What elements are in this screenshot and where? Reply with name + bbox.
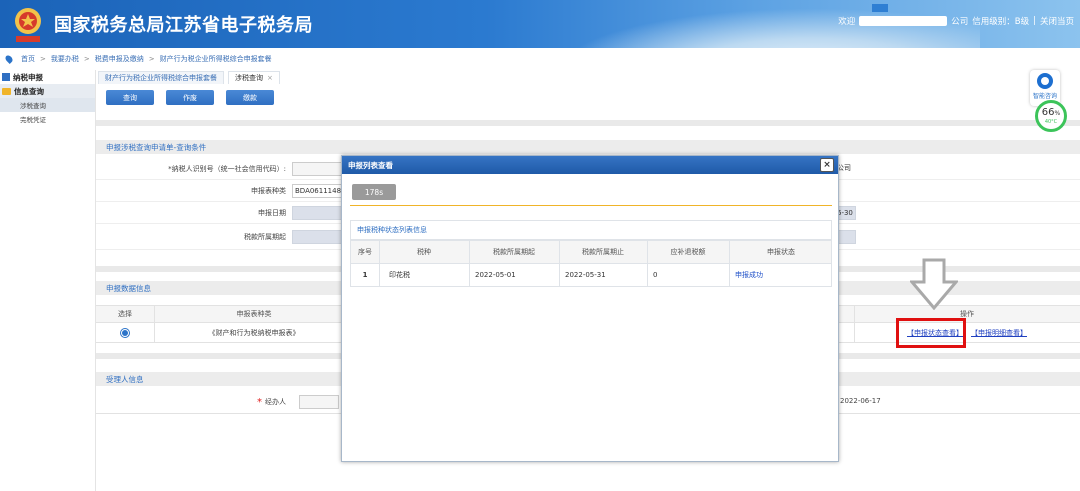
tab-package[interactable]: 财产行为税企业所得税综合申报套餐 — [98, 71, 224, 84]
modal-table-title: 申报税种状态列表信息 — [350, 220, 832, 240]
tab-tax-query[interactable]: 涉税查询 × — [228, 71, 280, 84]
sidebar: 纳税申报 信息查询 涉税查询 完税凭证 — [0, 70, 96, 491]
tab-bar: 财产行为税企业所得税综合申报套餐 涉税查询 × — [98, 71, 280, 85]
sidebar-item-tax-declaration[interactable]: 纳税申报 — [0, 70, 95, 84]
breadcrumb-package[interactable]: 财产行为税企业所得税综合申报套餐 — [160, 54, 272, 64]
row-form-name: 《财产和行为税纳税申报表》 — [208, 328, 300, 337]
handler-field[interactable] — [299, 395, 339, 409]
header-user-info: 欢迎 公司 信用级别：B级 | 关闭当页 — [838, 15, 1074, 27]
modal-table-header: 序号 税种 税款所属期起 税款所属期止 应补退税额 申报状态 — [351, 240, 831, 263]
row-radio-cell[interactable] — [96, 323, 154, 342]
declaration-list-modal: 申报列表查看 × 178s 申报税种状态列表信息 序号 税种 税款所属期起 税款… — [341, 155, 839, 462]
company-fragment: 公司 — [837, 164, 851, 172]
mcol-no: 序号 — [358, 248, 372, 256]
service-label: 智能咨询 — [1032, 93, 1057, 100]
modal-title-bar: 申报列表查看 × — [342, 156, 838, 174]
col-form-type: 申报表种类 — [236, 310, 272, 318]
redacted-company-name — [859, 16, 948, 26]
void-button[interactable]: 作废 — [166, 90, 214, 105]
form-type-label: 申报表种类 — [251, 187, 286, 195]
location-pin-icon — [4, 54, 14, 64]
mcol-start: 税款所属期起 — [493, 248, 535, 256]
handler-date: 2022-06-17 — [840, 397, 881, 405]
sidebar-item-info-query[interactable]: 信息查询 — [0, 84, 95, 98]
cell-status[interactable]: 申报成功 — [735, 264, 833, 286]
folder-icon — [2, 87, 11, 95]
app-header: 国家税务总局江苏省电子税务局 欢迎 公司 信用级别：B级 | 关闭当页 — [0, 0, 1080, 48]
cell-no: 1 — [362, 271, 368, 279]
cell-end: 2022-05-31 — [565, 271, 606, 279]
cell-start: 2022-05-01 — [475, 271, 516, 279]
header-divider: | — [1033, 16, 1036, 26]
cell-amount: 0 — [653, 271, 658, 279]
col-action: 操作 — [960, 310, 974, 318]
app-title: 国家税务总局江苏省电子税务局 — [54, 15, 313, 36]
query-section-title: 申报涉税查询申请单-查询条件 — [96, 140, 1080, 154]
gauge-percent: 66 — [1041, 106, 1055, 118]
close-icon[interactable]: × — [820, 158, 834, 172]
declare-date-label: 申报日期 — [258, 209, 286, 217]
taxpayer-label: *纳税人识别号（统一社会信用代码）: — [168, 165, 286, 173]
tax-emblem-logo — [15, 8, 41, 42]
gauge-temp: 40°C — [1044, 118, 1058, 125]
mcol-tax: 税种 — [417, 248, 431, 256]
form-type-field[interactable]: BDA0611148 — [292, 184, 342, 198]
tab-close-icon[interactable]: × — [267, 74, 273, 82]
countdown-button[interactable]: 178s — [352, 184, 396, 200]
cell-tax: 印花税 — [389, 271, 410, 279]
header-mountain-decoration — [560, 8, 980, 48]
divider-bar — [96, 120, 1080, 126]
breadcrumb: 首页 > 我要办税 > 税费申报及缴纳 > 财产行为税企业所得税综合申报套餐 — [0, 52, 1080, 66]
close-page-link[interactable]: 关闭当页 — [1040, 15, 1074, 27]
detail-view-link[interactable]: 【申报明细查看】 — [971, 328, 1027, 338]
timer-area: 178s — [350, 180, 832, 206]
modal-title: 申报列表查看 — [348, 160, 393, 170]
sidebar-subitem-tax-certificate[interactable]: 完税凭证 — [0, 112, 95, 126]
performance-gauge[interactable]: 66% 40°C — [1035, 100, 1067, 132]
declare-date-field[interactable] — [292, 206, 342, 220]
sidebar-subitem-tax-query[interactable]: 涉税查询 — [0, 98, 95, 112]
headset-icon — [1037, 73, 1053, 89]
mcol-amount: 应补退税额 — [670, 248, 706, 256]
tax-period-label: 税款所属期起 — [244, 233, 286, 241]
row-actions: 【申报状态查看】 【申报明细查看】 — [854, 323, 1080, 342]
mcol-status: 申报状态 — [767, 248, 795, 256]
taxpayer-id-field[interactable] — [292, 162, 342, 176]
highlight-box — [896, 318, 966, 348]
query-button[interactable]: 查询 — [106, 90, 154, 105]
arrow-down-icon — [910, 258, 958, 310]
status-success-link[interactable]: 申报成功 — [735, 270, 763, 280]
pay-button[interactable]: 缴款 — [226, 90, 274, 105]
handler-label: * 经办人 — [257, 396, 286, 408]
welcome-text: 欢迎 — [838, 17, 856, 27]
col-select: 选择 — [118, 310, 132, 318]
toolbar: 查询 作废 缴款 — [106, 90, 274, 105]
redaction — [872, 4, 888, 12]
tax-period-field[interactable] — [292, 230, 342, 244]
credit-level: 信用级别：B级 — [972, 17, 1030, 27]
row-radio[interactable] — [122, 329, 128, 336]
breadcrumb-declare-pay[interactable]: 税费申报及缴纳 — [95, 54, 144, 64]
mcol-end: 税款所属期止 — [582, 248, 624, 256]
breadcrumb-home[interactable]: 首页 — [21, 54, 35, 64]
modal-table: 序号 税种 税款所属期起 税款所属期止 应补退税额 申报状态 1 印花税 202… — [350, 240, 832, 287]
company-suffix: 公司 — [951, 17, 969, 27]
grid-icon — [2, 73, 10, 81]
breadcrumb-tax-affairs[interactable]: 我要办税 — [51, 54, 79, 64]
table-row: 1 印花税 2022-05-01 2022-05-31 0 申报成功 — [351, 263, 831, 286]
